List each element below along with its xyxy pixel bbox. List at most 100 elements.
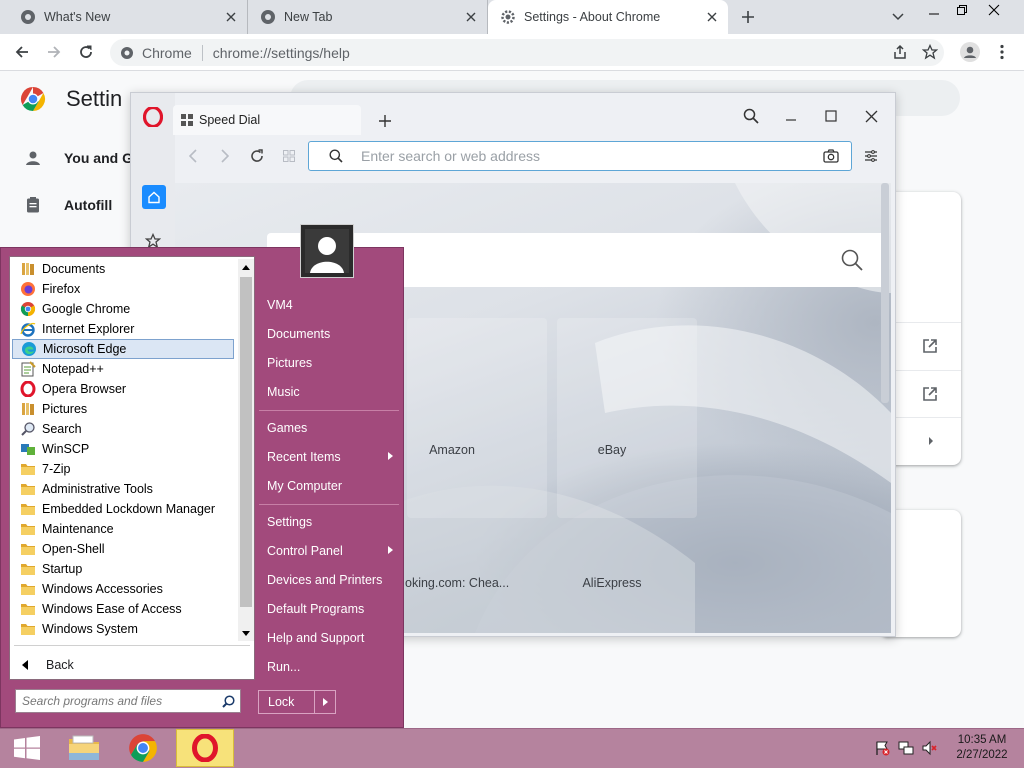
scrollbar[interactable] bbox=[881, 183, 889, 403]
close-window-icon[interactable] bbox=[980, 0, 1008, 24]
easy-setup-sliders-icon[interactable] bbox=[857, 142, 885, 170]
program-item[interactable]: Notepad++ bbox=[12, 359, 234, 379]
speed-dial-label[interactable]: AliExpress bbox=[537, 576, 687, 590]
opera-address-bar[interactable] bbox=[308, 141, 852, 171]
settings-nav-you-and-google[interactable]: You and G bbox=[24, 149, 133, 167]
start-menu-item[interactable]: Help and Support bbox=[259, 623, 399, 652]
tab-settings-about[interactable]: Settings - About Chrome bbox=[488, 0, 728, 34]
kebab-menu-icon[interactable] bbox=[988, 38, 1016, 66]
back-button[interactable]: Back bbox=[12, 653, 252, 677]
program-item[interactable]: Google Chrome bbox=[12, 299, 234, 319]
lock-options-arrow-icon[interactable] bbox=[315, 698, 335, 706]
opera-tab-speed-dial[interactable]: Speed Dial bbox=[173, 105, 361, 135]
opera-tabs-grid-icon[interactable] bbox=[275, 142, 303, 170]
lock-button[interactable]: Lock bbox=[258, 690, 336, 714]
close-tab-icon[interactable] bbox=[702, 7, 722, 27]
profile-avatar[interactable] bbox=[956, 38, 984, 66]
tab-new-tab[interactable]: New Tab bbox=[248, 0, 488, 34]
opera-address-input[interactable] bbox=[359, 147, 823, 165]
network-icon[interactable] bbox=[898, 740, 914, 756]
search-icon[interactable] bbox=[222, 694, 235, 708]
opera-back-icon[interactable] bbox=[179, 142, 207, 170]
start-menu-item[interactable]: Documents bbox=[259, 319, 399, 348]
start-button[interactable] bbox=[0, 729, 54, 767]
forward-arrow-icon[interactable] bbox=[40, 38, 68, 66]
start-search-input[interactable] bbox=[16, 693, 222, 709]
start-search-box[interactable] bbox=[15, 689, 241, 713]
tab-search-chevron-down-icon[interactable] bbox=[884, 3, 912, 31]
program-item[interactable]: Search bbox=[12, 419, 234, 439]
system-clock[interactable]: 10:35 AM 2/27/2022 bbox=[948, 733, 1016, 763]
search-icon[interactable] bbox=[841, 249, 863, 271]
programs-scrollbar[interactable] bbox=[238, 259, 254, 641]
reload-icon[interactable] bbox=[72, 38, 100, 66]
close-tab-icon[interactable] bbox=[461, 7, 481, 27]
opera-new-tab-button[interactable] bbox=[371, 107, 399, 135]
new-tab-button[interactable] bbox=[734, 3, 762, 31]
program-item[interactable]: Open-Shell bbox=[12, 539, 234, 559]
opera-close-icon[interactable] bbox=[857, 102, 885, 130]
start-menu-item[interactable]: Default Programs bbox=[259, 594, 399, 623]
program-item[interactable]: Maintenance bbox=[12, 519, 234, 539]
speed-dial-tile[interactable] bbox=[557, 318, 697, 518]
settings-nav-autofill[interactable]: Autofill bbox=[24, 196, 112, 214]
program-item[interactable]: Opera Browser bbox=[12, 379, 234, 399]
program-item[interactable]: Firefox bbox=[12, 279, 234, 299]
start-menu-item[interactable]: VM4 bbox=[259, 290, 399, 319]
chevron-right-icon[interactable] bbox=[928, 436, 934, 446]
program-item[interactable]: Startup bbox=[12, 559, 234, 579]
program-item[interactable]: Documents bbox=[12, 259, 234, 279]
taskbar-opera-active[interactable] bbox=[176, 729, 234, 767]
program-item[interactable]: Administrative Tools bbox=[12, 479, 234, 499]
program-item[interactable]: 7-Zip bbox=[12, 459, 234, 479]
tab-whats-new[interactable]: What's New bbox=[8, 0, 248, 34]
taskbar-chrome[interactable] bbox=[116, 729, 170, 767]
program-item[interactable]: Internet Explorer bbox=[12, 319, 234, 339]
opera-search-tabs-icon[interactable] bbox=[737, 102, 765, 130]
clock-date: 2/27/2022 bbox=[956, 749, 1008, 761]
home-icon[interactable] bbox=[142, 185, 166, 209]
program-item[interactable]: Windows Ease of Access bbox=[12, 599, 234, 619]
camera-icon[interactable] bbox=[823, 149, 839, 163]
program-item[interactable]: Microsoft Edge bbox=[12, 339, 234, 359]
start-menu-item[interactable]: My Computer bbox=[259, 471, 399, 500]
user-avatar[interactable] bbox=[300, 224, 354, 278]
start-menu-item[interactable]: Music bbox=[259, 377, 399, 406]
speed-dial-label[interactable]: oking.com: Chea... bbox=[405, 576, 515, 590]
share-icon[interactable] bbox=[886, 38, 914, 66]
start-menu-item[interactable]: Recent Items bbox=[259, 442, 399, 471]
open-external-icon[interactable] bbox=[922, 386, 938, 402]
action-center-flag-icon[interactable] bbox=[874, 740, 890, 756]
bookmark-star-icon[interactable] bbox=[916, 38, 944, 66]
close-tab-icon[interactable] bbox=[221, 7, 241, 27]
open-external-icon[interactable] bbox=[922, 338, 938, 354]
opera-reload-icon[interactable] bbox=[243, 142, 271, 170]
program-item[interactable]: WinSCP bbox=[12, 439, 234, 459]
opera-logo-icon[interactable] bbox=[143, 107, 163, 127]
program-item[interactable]: Windows System bbox=[12, 619, 234, 639]
start-menu-item[interactable]: Pictures bbox=[259, 348, 399, 377]
speed-dial-tile[interactable] bbox=[407, 318, 547, 518]
start-menu-item[interactable]: Devices and Printers bbox=[259, 565, 399, 594]
opera-logo-icon bbox=[192, 734, 218, 762]
address-bar[interactable]: Chrome chrome://settings/help bbox=[110, 39, 944, 66]
speed-dial-label[interactable]: eBay bbox=[537, 443, 687, 457]
scroll-down-arrow-icon[interactable] bbox=[238, 625, 254, 641]
taskbar-file-explorer[interactable] bbox=[57, 729, 111, 767]
restore-icon[interactable] bbox=[948, 0, 976, 24]
start-menu-item[interactable]: Settings bbox=[259, 507, 399, 536]
back-arrow-icon[interactable] bbox=[8, 38, 36, 66]
program-item[interactable]: Embedded Lockdown Manager bbox=[12, 499, 234, 519]
program-item[interactable]: Pictures bbox=[12, 399, 234, 419]
volume-muted-icon[interactable] bbox=[922, 740, 938, 756]
opera-forward-icon[interactable] bbox=[211, 142, 239, 170]
scroll-thumb[interactable] bbox=[240, 277, 252, 607]
scroll-up-arrow-icon[interactable] bbox=[238, 259, 254, 275]
minimize-icon[interactable] bbox=[920, 0, 948, 24]
opera-minimize-icon[interactable] bbox=[777, 102, 805, 130]
program-item[interactable]: Windows Accessories bbox=[12, 579, 234, 599]
opera-maximize-icon[interactable] bbox=[817, 102, 845, 130]
start-menu-item[interactable]: Games bbox=[259, 413, 399, 442]
start-menu-item[interactable]: Run... bbox=[259, 652, 399, 681]
start-menu-item[interactable]: Control Panel bbox=[259, 536, 399, 565]
